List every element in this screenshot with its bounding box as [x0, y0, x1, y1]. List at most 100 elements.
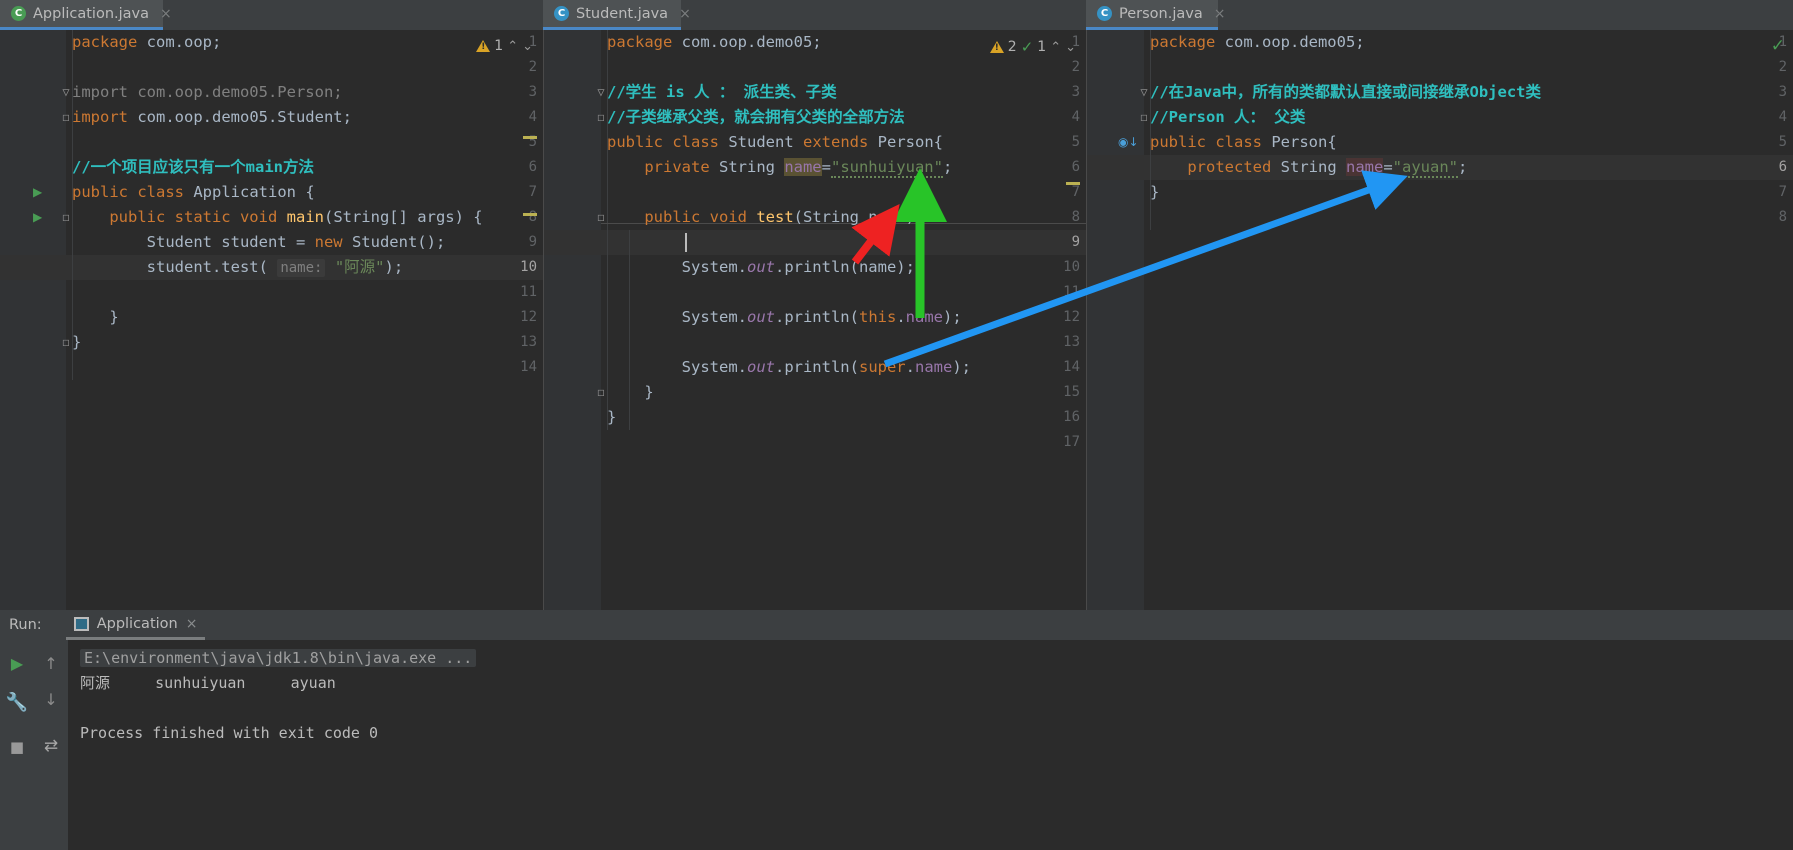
settings-wrench-icon[interactable]: 🔧	[0, 692, 34, 713]
ide-window: C Application.java × C Student.java × C …	[0, 0, 1793, 850]
console-line: Process finished with exit code 0	[80, 724, 379, 742]
warning-triangle-icon	[476, 40, 491, 52]
close-icon[interactable]: ×	[1214, 6, 1226, 22]
editor-splitter[interactable]	[1086, 30, 1087, 610]
run-configuration-icon	[73, 616, 89, 631]
inspection-widget-person[interactable]: ✓	[1771, 36, 1785, 56]
code-line: }	[72, 308, 119, 326]
run-tab-label: Application	[96, 615, 178, 632]
soft-wrap-icon[interactable]: ⇄	[34, 736, 68, 756]
run-toolbar-console[interactable]: ↑ ↓ ⇄	[34, 640, 68, 850]
run-tool-window[interactable]: Run: Application × ▶ 🔧 ■ ↑ ↓ ⇄ E:\enviro…	[0, 610, 1793, 850]
prev-occurrence-icon[interactable]: ↑	[34, 654, 68, 673]
code-line: public static void main(String[] args) {	[109, 208, 483, 226]
close-icon[interactable]: ×	[160, 6, 172, 22]
tab-label: Student.java	[576, 5, 669, 22]
tab-student-java[interactable]: C Student.java ×	[543, 0, 691, 30]
scrollbar-warning-marker[interactable]	[523, 136, 537, 139]
run-label: Run:	[9, 617, 42, 633]
code-line: //学生 is 人 ： 派生类、子类	[543, 80, 1086, 105]
comment-text: //在Java中，所有的类都默认直接或间接继承Object类	[1150, 83, 1541, 101]
comment-text: //学生 is 人 ： 派生类、子类	[607, 83, 837, 101]
console-output[interactable]: E:\environment\java\jdk1.8\bin\java.exe …	[68, 640, 1793, 850]
chevron-down-icon[interactable]: ⌄	[1065, 40, 1076, 55]
editor-splitter[interactable]	[543, 30, 544, 610]
code-line: import com.oop.demo05.Student;	[72, 108, 352, 126]
code-line: import com.oop.demo05.Person;	[72, 83, 343, 101]
code-line: //一个项目应该只有一个main方法	[0, 155, 543, 180]
inspection-widget-student[interactable]: 2 ✓ 1 ⌃ ⌄	[989, 38, 1076, 56]
editor-application-java[interactable]: 1 2 3 4 5 6 7 8 9 10 11 12 13 14 ▽ ◻ ◻ ◻…	[0, 30, 543, 610]
editor-person-java[interactable]: 1 2 3 4 5 6 7 8 ▽ ◻ ◉↓ package com.oop.d…	[1086, 30, 1793, 610]
code-line: }	[607, 383, 654, 401]
code-line: Student student = new Student();	[72, 233, 446, 251]
run-toolbar-left[interactable]: ▶ 🔧 ■	[0, 640, 34, 850]
check-count: 1	[1037, 39, 1047, 55]
field-name-highlight: name	[784, 158, 822, 176]
code-area-student[interactable]: package com.oop.demo05; //学生 is 人 ： 派生类、…	[543, 30, 1086, 610]
code-line: package com.oop.demo05;	[1150, 33, 1365, 51]
java-class-blue-icon: C	[554, 6, 569, 21]
next-occurrence-icon[interactable]: ↓	[34, 690, 68, 709]
code-line: package com.oop;	[72, 33, 222, 51]
tab-application-java[interactable]: C Application.java ×	[0, 0, 172, 30]
code-area-application[interactable]: package com.oop; import com.oop.demo05.P…	[0, 30, 543, 610]
scrollbar-warning-marker[interactable]	[523, 213, 537, 216]
code-line: public void test(String name){	[644, 208, 925, 226]
run-header: Run: Application ×	[0, 610, 1793, 640]
code-area-person[interactable]: package com.oop.demo05; //在Java中，所有的类都默认…	[1086, 30, 1793, 610]
warning-count: 1	[494, 38, 504, 54]
code-line: System.out.println(this.name);	[607, 308, 962, 326]
field-name-highlight: name	[1345, 158, 1384, 176]
chevron-down-icon[interactable]: ⌄	[522, 39, 533, 54]
console-command-line: E:\environment\java\jdk1.8\bin\java.exe …	[80, 649, 477, 667]
close-icon[interactable]: ×	[679, 6, 691, 22]
code-line: public class Person{	[1150, 133, 1337, 151]
code-line: //Person 人： 父类	[1086, 105, 1793, 130]
comment-text: //Person 人： 父类	[1150, 108, 1306, 126]
editor-student-java[interactable]: 1 2 3 4 5 6 7 8 9 10 11 12 13 14 15 16 1…	[543, 30, 1086, 610]
stop-icon[interactable]: ■	[0, 738, 34, 756]
rerun-icon[interactable]: ▶	[0, 654, 34, 673]
code-line: }	[1150, 183, 1160, 201]
java-class-green-icon: C	[11, 6, 26, 21]
comment-text: //一个项目应该只有一个main方法	[72, 158, 314, 176]
code-line: student.test( name: "阿源");	[72, 258, 404, 277]
console-line: E:\environment\java\jdk1.8\bin\java.exe …	[80, 646, 477, 671]
warning-count: 2	[1007, 39, 1017, 55]
inspection-widget-application[interactable]: 1 ⌃ ⌄	[476, 38, 533, 54]
code-line: //在Java中，所有的类都默认直接或间接继承Object类	[1086, 80, 1793, 105]
close-icon[interactable]: ×	[186, 616, 198, 632]
code-line: public class Application {	[72, 183, 315, 201]
code-line: private String name="sunhuiyuan";	[644, 158, 953, 178]
code-line: //子类继承父类，就会拥有父类的全部方法	[543, 105, 1086, 130]
tab-label: Person.java	[1119, 5, 1203, 22]
code-line: protected String name="ayuan";	[1187, 158, 1468, 178]
tab-person-java[interactable]: C Person.java ×	[1086, 0, 1225, 30]
chevron-up-icon[interactable]: ⌃	[507, 39, 518, 54]
code-line: }	[607, 408, 617, 426]
tab-label: Application.java	[33, 5, 150, 22]
code-line: }	[72, 333, 82, 351]
java-class-blue-icon: C	[1097, 6, 1112, 21]
parameter-hint: name:	[277, 259, 326, 277]
code-line: public class Student extends Person{	[607, 133, 944, 151]
chevron-up-icon[interactable]: ⌃	[1050, 40, 1061, 55]
scrollbar-warning-marker[interactable]	[1066, 182, 1080, 185]
check-mark-icon: ✓	[1770, 36, 1785, 56]
editor-tab-strip: C Application.java × C Student.java × C …	[0, 0, 1793, 30]
run-tab-application[interactable]: Application ×	[65, 610, 206, 640]
code-line: System.out.println(super.name);	[607, 358, 971, 376]
